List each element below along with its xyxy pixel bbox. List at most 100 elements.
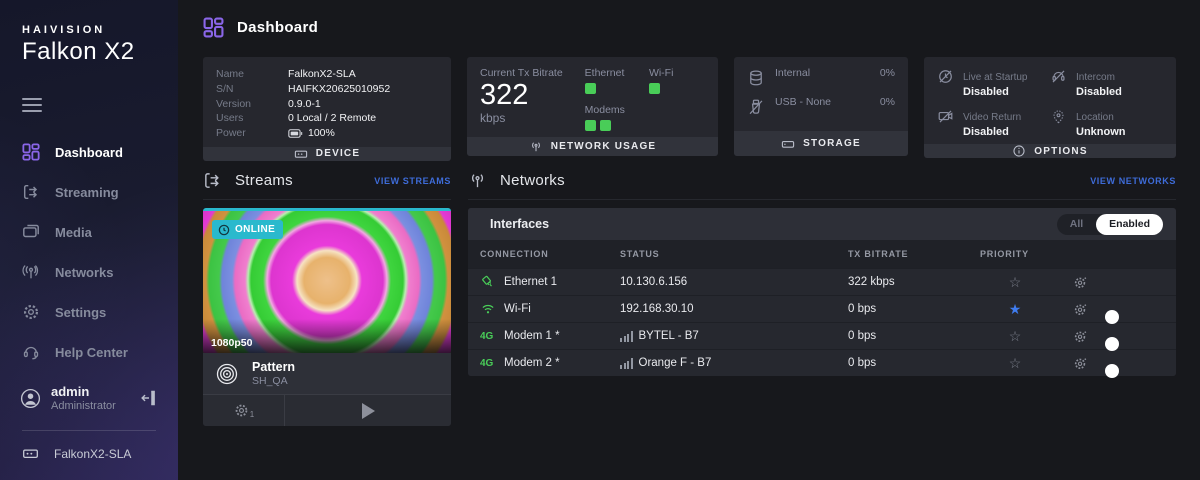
device-version-value: 0.9.0-1 xyxy=(288,97,321,110)
device-icon xyxy=(294,147,308,161)
stream-play-button[interactable] xyxy=(285,395,451,426)
antenna-icon xyxy=(468,171,487,190)
table-row-ethernet1: Ethernet 1 10.130.6.156 322 kbps ☆ xyxy=(468,268,1176,295)
sidebar-device-label: FalkonX2-SLA xyxy=(54,446,132,461)
sidebar-item-label: Settings xyxy=(55,304,107,320)
user-account[interactable]: admin Administrator xyxy=(0,376,178,420)
bitrate-value: 322 xyxy=(480,79,529,111)
play-icon xyxy=(361,402,375,419)
intercom-disabled-icon xyxy=(1050,68,1067,85)
device-icon xyxy=(22,445,39,462)
summary-cards: Name FalkonX2-SLA S/N HAIFKX20625010952 Ve… xyxy=(203,57,1176,161)
device-card-footer-label: DEVICE xyxy=(315,148,361,160)
priority-star-icon[interactable]: ☆ xyxy=(980,355,1050,372)
row-settings-gear-icon[interactable] xyxy=(1050,275,1110,290)
connection-name: Ethernet 1 xyxy=(504,276,558,288)
option-label: Live at Startup xyxy=(963,72,1028,83)
device-users-value: 0 Local / 2 Remote xyxy=(288,112,377,125)
4g-icon: 4G xyxy=(480,330,494,342)
stream-resolution: 1080p50 xyxy=(211,337,253,349)
page-title: Dashboard xyxy=(237,19,319,36)
column-priority: PRIORITY xyxy=(980,249,1029,259)
brand-logo: HAIVISION Falkon X2 xyxy=(0,24,178,66)
options-card-footer[interactable]: OPTIONS xyxy=(924,144,1176,158)
sidebar-device[interactable]: FalkonX2-SLA xyxy=(0,437,178,480)
filter-all-option[interactable]: All xyxy=(1057,214,1096,235)
storage-card-footer[interactable]: STORAGE xyxy=(734,131,908,156)
interfaces-panel: Interfaces All Enabled CONNECTION STATUS… xyxy=(468,208,1176,378)
sidebar-divider xyxy=(22,430,156,431)
sidebar-item-label: Media xyxy=(55,224,92,240)
sidebar-item-label: Dashboard xyxy=(55,144,123,160)
row-settings-gear-icon[interactable] xyxy=(1050,302,1110,317)
storage-item-percent: 0% xyxy=(879,67,895,79)
stream-name: Pattern xyxy=(252,360,296,374)
sidebar: HAIVISION Falkon X2 Dashboard Streaming … xyxy=(0,0,178,480)
pattern-icon xyxy=(214,361,240,387)
sidebar-nav: Dashboard Streaming Media Networks Setti… xyxy=(0,132,178,372)
sidebar-item-dashboard[interactable]: Dashboard xyxy=(0,132,178,172)
sidebar-item-help-center[interactable]: Help Center xyxy=(0,332,178,372)
stream-subtitle: SH_QA xyxy=(252,375,288,387)
storage-item-label: USB - None xyxy=(775,96,832,108)
view-streams-link[interactable]: VIEW STREAMS xyxy=(374,176,451,186)
networks-icon xyxy=(22,263,40,281)
view-networks-link[interactable]: VIEW NETWORKS xyxy=(1090,176,1176,186)
device-field-label: Power xyxy=(216,127,246,140)
antenna-icon xyxy=(529,140,543,154)
filter-enabled-option[interactable]: Enabled xyxy=(1096,213,1163,235)
sidebar-item-networks[interactable]: Networks xyxy=(0,252,178,292)
network-usage-card-footer[interactable]: NETWORK USAGE xyxy=(467,137,718,156)
gear-icon xyxy=(234,403,249,418)
bitrate-label: Current Tx Bitrate xyxy=(480,67,563,79)
priority-star-icon[interactable]: ☆ xyxy=(980,328,1050,345)
menu-collapse-icon[interactable] xyxy=(22,98,42,116)
brand-company: HAIVISION xyxy=(22,24,106,36)
logout-icon[interactable] xyxy=(140,389,158,407)
row-settings-gear-icon[interactable] xyxy=(1050,356,1110,371)
brand-product: Falkon X2 xyxy=(22,38,135,65)
storage-card: Internal 0% USB - None 0% STORAGE xyxy=(734,57,908,156)
sidebar-item-settings[interactable]: Settings xyxy=(0,292,178,332)
networks-title: Networks xyxy=(500,172,565,189)
sidebar-item-media[interactable]: Media xyxy=(0,212,178,252)
stream-preview[interactable]: ONLINE 1080p50 xyxy=(203,208,451,353)
options-footer-label: OPTIONS xyxy=(1034,145,1088,157)
signal-bars-icon xyxy=(620,330,633,342)
connection-status: Orange F - B7 xyxy=(638,357,712,369)
dashboard-icon xyxy=(22,143,40,161)
network-usage-card: Current Tx Bitrate 322 kbps Ethernet Mod… xyxy=(467,57,718,156)
interfaces-table-header: CONNECTION STATUS TX BITRATE PRIORITY xyxy=(468,240,1176,268)
connection-tx: 0 bps xyxy=(848,357,877,369)
priority-star-icon[interactable]: ☆ xyxy=(980,274,1050,291)
modems-label: Modems xyxy=(584,104,625,116)
priority-star-icon[interactable]: ★ xyxy=(980,301,1050,318)
column-status: STATUS xyxy=(620,249,660,259)
gear-icon xyxy=(22,303,40,321)
internal-storage-icon xyxy=(747,69,765,87)
help-headset-icon xyxy=(22,343,40,361)
location-pin-icon xyxy=(1050,108,1067,125)
options-card: Live at Startup Disabled Intercom Disabl… xyxy=(924,57,1176,158)
sidebar-item-label: Networks xyxy=(55,264,114,280)
streams-icon xyxy=(203,171,222,190)
option-value: Unknown xyxy=(1076,126,1126,138)
stream-card: ONLINE 1080p50 Pattern SH_QA 1 xyxy=(203,208,451,426)
video-return-disabled-icon xyxy=(937,108,954,125)
storage-item-label: Internal xyxy=(775,67,811,79)
modem2-status-indicator xyxy=(599,120,611,131)
table-row-wifi: Wi-Fi 192.168.30.10 0 bps ★ xyxy=(468,295,1176,324)
bitrate-unit: kbps xyxy=(480,111,506,125)
stream-settings-button[interactable]: 1 xyxy=(203,395,285,426)
connection-name: Wi-Fi xyxy=(504,303,531,315)
sidebar-item-label: Help Center xyxy=(55,344,128,360)
device-card-footer[interactable]: DEVICE xyxy=(203,146,451,161)
connection-tx: 0 bps xyxy=(848,303,877,315)
drive-icon xyxy=(781,137,795,151)
sidebar-item-streaming[interactable]: Streaming xyxy=(0,172,178,212)
row-settings-gear-icon[interactable] xyxy=(1050,329,1110,344)
wifi-icon xyxy=(480,301,496,317)
interfaces-filter-toggle: All Enabled xyxy=(1056,213,1163,235)
stream-settings-count: 1 xyxy=(249,410,255,419)
network-usage-footer-label: NETWORK USAGE xyxy=(550,141,657,152)
